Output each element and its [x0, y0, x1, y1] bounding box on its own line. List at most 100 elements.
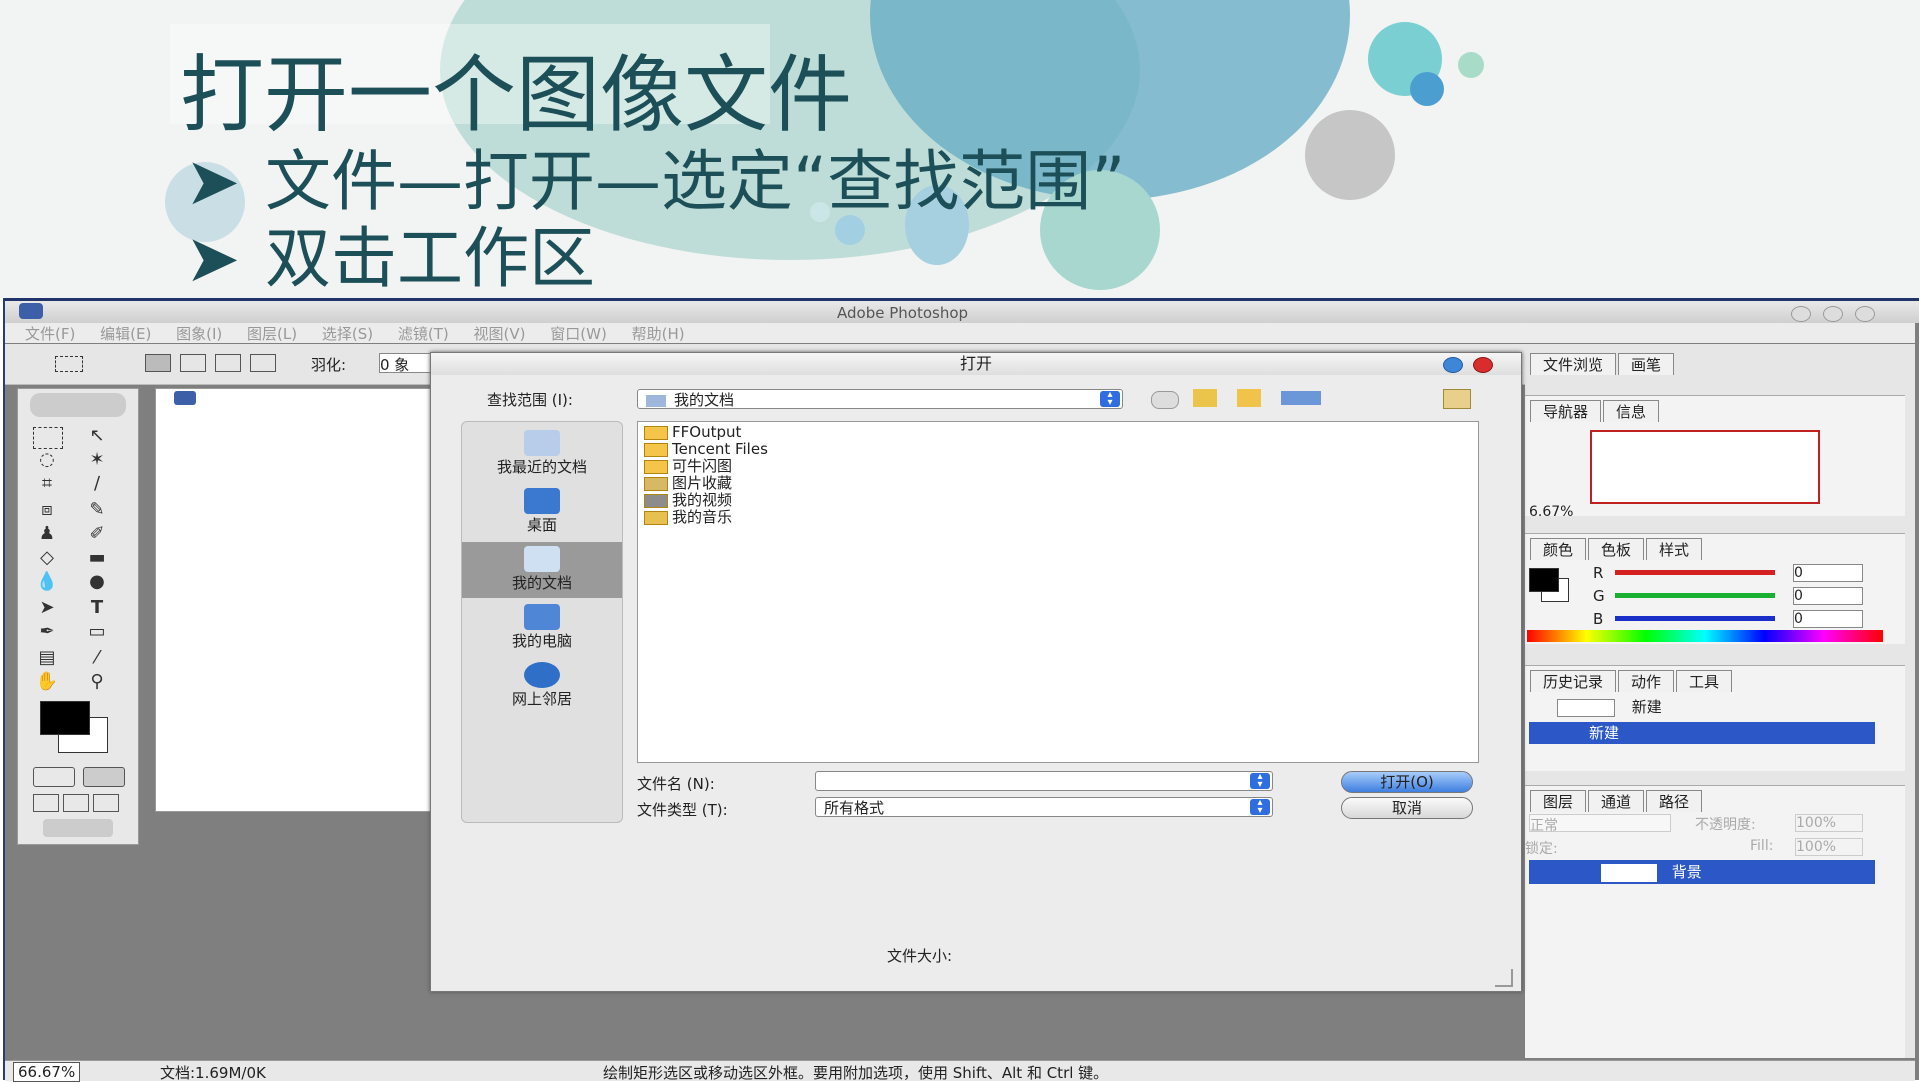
view-menu-icon[interactable] — [1281, 391, 1321, 405]
tab-brushes[interactable]: 画笔 — [1618, 353, 1675, 375]
gradient-tool-icon[interactable]: ▬ — [83, 547, 111, 568]
menu-file[interactable]: 文件(F) — [25, 325, 75, 343]
color-slider-b[interactable] — [1615, 616, 1775, 621]
marquee-preset-icon[interactable] — [55, 356, 83, 372]
hand-tool-icon[interactable]: ✋ — [33, 671, 61, 692]
tab-color[interactable]: 颜色 — [1530, 538, 1587, 560]
dodge-tool-icon[interactable]: ● — [83, 571, 111, 592]
navigator-zoom-value[interactable]: 6.67% — [1529, 504, 1573, 520]
layer-row-background[interactable]: 背景 — [1529, 860, 1875, 884]
tab-history[interactable]: 历史记录 — [1530, 670, 1617, 692]
minimize-button[interactable] — [1791, 306, 1811, 322]
menu-edit[interactable]: 编辑(E) — [100, 325, 151, 343]
place-my-computer[interactable]: 我的电脑 — [462, 600, 622, 656]
eraser-tool-icon[interactable]: ◇ — [33, 547, 61, 568]
place-desktop[interactable]: 桌面 — [462, 484, 622, 540]
resize-grip-icon[interactable] — [1495, 969, 1513, 987]
screen-mode-1-icon[interactable] — [33, 794, 59, 812]
new-folder-icon[interactable] — [1237, 389, 1261, 407]
list-item[interactable]: FFOutput — [644, 424, 741, 441]
zoom-tool-icon[interactable]: ⚲ — [83, 671, 111, 692]
dialog-help-button[interactable] — [1443, 357, 1463, 373]
back-icon[interactable] — [1151, 391, 1179, 409]
tab-navigator[interactable]: 导航器 — [1530, 400, 1602, 422]
magic-wand-icon[interactable]: ✶ — [83, 449, 111, 470]
stamp-tool-icon[interactable]: ♟ — [33, 523, 61, 544]
feather-input[interactable]: 0 象 — [379, 353, 437, 373]
color-slider-g[interactable] — [1615, 593, 1775, 598]
place-network[interactable]: 网上邻居 — [462, 658, 622, 714]
blend-mode-select[interactable]: 正常 — [1529, 814, 1671, 834]
list-item[interactable]: 我的音乐 — [644, 509, 732, 526]
menu-image[interactable]: 图象(I) — [176, 325, 222, 343]
tab-actions[interactable]: 动作 — [1618, 670, 1675, 692]
new-selection-icon[interactable] — [145, 354, 171, 372]
shape-tool-icon[interactable]: ▭ — [83, 621, 111, 642]
menu-view[interactable]: 视图(V) — [474, 325, 526, 343]
type-tool-icon[interactable]: T — [83, 597, 111, 618]
standard-mode-icon[interactable] — [33, 767, 75, 787]
color-value-r[interactable]: 0 — [1793, 564, 1863, 582]
menu-help[interactable]: 帮助(H) — [632, 325, 685, 343]
color-fg-swatch[interactable] — [1529, 568, 1559, 592]
color-value-b[interactable]: 0 — [1793, 610, 1863, 628]
navigator-preview[interactable] — [1590, 430, 1820, 504]
list-item[interactable]: 我的视频 — [644, 492, 732, 509]
dialog-close-button[interactable] — [1473, 357, 1493, 373]
cancel-button[interactable]: 取消 — [1341, 797, 1473, 819]
brush-tool-icon[interactable]: ✎ — [83, 499, 111, 520]
fill-input[interactable]: 100% — [1795, 838, 1863, 856]
color-value-g[interactable]: 0 — [1793, 587, 1863, 605]
open-button[interactable]: 打开(O) — [1341, 771, 1473, 793]
tab-paths[interactable]: 路径 — [1646, 790, 1703, 812]
color-spectrum-bar[interactable] — [1527, 630, 1883, 642]
file-list[interactable]: FFOutput Tencent Files 可牛闪图 图片收藏 我的视频 我的… — [637, 421, 1479, 763]
foreground-color-swatch[interactable] — [40, 701, 90, 735]
opacity-input[interactable]: 100% — [1795, 814, 1863, 832]
color-slider-r[interactable] — [1615, 570, 1775, 575]
status-zoom[interactable]: 66.67% — [13, 1062, 81, 1082]
menu-filter[interactable]: 滤镜(T) — [398, 325, 449, 343]
menu-layer[interactable]: 图层(L) — [247, 325, 297, 343]
notes-tool-icon[interactable]: ▤ — [33, 647, 61, 668]
blur-tool-icon[interactable]: 💧 — [33, 571, 61, 592]
list-item[interactable]: 图片收藏 — [644, 475, 732, 492]
history-snapshot-row[interactable]: 新建 — [1529, 696, 1875, 717]
eyedropper-icon[interactable]: ⁄ — [83, 647, 111, 668]
lookin-select[interactable]: 我的文档 ▴ ▾ — [637, 389, 1123, 409]
list-item[interactable]: 可牛闪图 — [644, 458, 732, 475]
tab-info[interactable]: 信息 — [1603, 400, 1660, 422]
crop-tool-icon[interactable]: ⌗ — [33, 473, 61, 494]
preview-icon[interactable] — [1443, 389, 1471, 409]
menu-select[interactable]: 选择(S) — [322, 325, 373, 343]
place-recent[interactable]: 我最近的文档 — [462, 426, 622, 482]
screen-mode-3-icon[interactable] — [93, 794, 119, 812]
subtract-selection-icon[interactable] — [215, 354, 241, 372]
place-my-documents[interactable]: 我的文档 — [462, 542, 622, 598]
tab-swatches[interactable]: 色板 — [1588, 538, 1645, 560]
tab-styles[interactable]: 样式 — [1646, 538, 1703, 560]
path-select-icon[interactable]: ➤ — [33, 597, 61, 618]
jump-to-imageready-icon[interactable] — [43, 819, 113, 837]
intersect-selection-icon[interactable] — [250, 354, 276, 372]
tab-file-browser[interactable]: 文件浏览 — [1530, 353, 1617, 375]
history-state-row[interactable]: 新建 — [1529, 722, 1875, 744]
quickmask-mode-icon[interactable] — [83, 767, 125, 787]
pen-tool-icon[interactable]: ✒ — [33, 621, 61, 642]
list-item[interactable]: Tencent Files — [644, 441, 768, 458]
move-tool-icon[interactable]: ↖ — [83, 425, 111, 446]
marquee-tool-icon[interactable] — [33, 427, 63, 449]
tab-layers[interactable]: 图层 — [1530, 790, 1587, 812]
lasso-tool-icon[interactable]: ◌ — [33, 449, 61, 470]
tab-tool-presets[interactable]: 工具 — [1676, 670, 1733, 692]
close-button[interactable] — [1855, 306, 1875, 322]
history-brush-icon[interactable]: ✐ — [83, 523, 111, 544]
slice-tool-icon[interactable]: ∕ — [83, 473, 111, 494]
filetype-select[interactable]: 所有格式 ▴ ▾ — [815, 797, 1273, 817]
maximize-button[interactable] — [1823, 306, 1843, 322]
menu-window[interactable]: 窗口(W) — [550, 325, 607, 343]
healing-brush-icon[interactable]: ⧈ — [33, 499, 61, 520]
add-selection-icon[interactable] — [180, 354, 206, 372]
up-folder-icon[interactable] — [1193, 389, 1217, 407]
screen-mode-2-icon[interactable] — [63, 794, 89, 812]
